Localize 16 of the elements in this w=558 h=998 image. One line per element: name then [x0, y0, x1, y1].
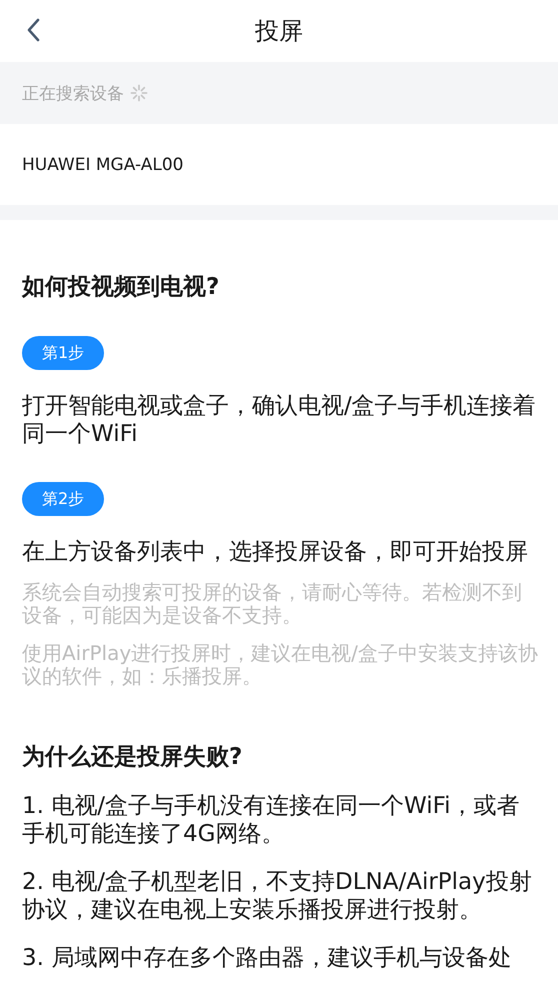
page-title: 投屏: [255, 16, 303, 47]
step-text: 在上方设备列表中，选择投屏设备，即可开始投屏: [22, 538, 529, 566]
faq-item: 1. 电视/盒子与手机没有连接在同一个WiFi，或者手机可能连接了4G网络。: [22, 792, 521, 848]
section-heading: 为什么还是投屏失败?: [22, 743, 244, 772]
faq-item: 2. 电视/盒子机型老旧，不支持DLNA/AirPlay投射协议，建议在电视上安装乐播投屏进行投射。: [22, 868, 533, 924]
note-text: 系统会自动搜索可投屏的设备，请耐心等待。若检测不到设备，可能因为是设备不支持。: [22, 581, 523, 627]
step-badge: 第1步: [22, 336, 104, 370]
step-badge: 第2步: [22, 482, 104, 516]
step-text: 打开智能电视或盒子，确认电视/盒子与手机连接着同一个WiFi: [22, 392, 537, 448]
loading-spinner-icon: [130, 84, 148, 102]
note-text: 使用AirPlay进行投屏时，建议在电视/盒子中安装支持该协议的软件，如：乐播投屏。: [22, 642, 538, 688]
section-heading: 如何投视频到电视?: [22, 273, 220, 302]
search-status: 正在搜索设备: [22, 82, 124, 104]
device-name[interactable]: HUAWEI MGA-AL00: [22, 154, 184, 174]
back-icon[interactable]: [26, 18, 40, 42]
faq-item: 3. 局域网中存在多个路由器，建议手机与设备处: [22, 944, 512, 972]
